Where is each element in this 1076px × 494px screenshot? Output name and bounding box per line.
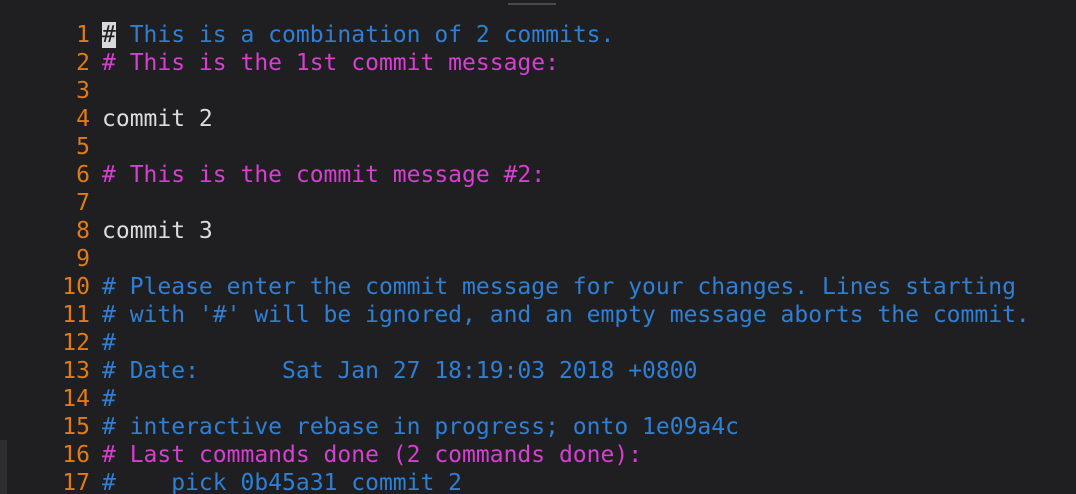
line-text[interactable]: #: [102, 329, 116, 357]
editor-line-13[interactable]: 13 # Date: Sat Jan 27 18:19:03 2018 +080…: [0, 357, 1076, 385]
line-number: 3: [76, 78, 90, 104]
editor-line-14[interactable]: 14 #: [0, 385, 1076, 413]
line-number: 9: [76, 246, 90, 272]
editor-lines[interactable]: 1 # This is a combination of 2 commits. …: [0, 21, 1076, 494]
line-number: 2: [76, 50, 90, 76]
line-text[interactable]: # with '#' will be ignored, and an empty…: [102, 301, 1030, 329]
line-number: 13: [62, 358, 90, 384]
line-text[interactable]: # Date: Sat Jan 27 18:19:03 2018 +0800: [102, 357, 697, 385]
editor-line-16[interactable]: 16 # Last commands done (2 commands done…: [0, 441, 1076, 469]
line-text-rest: This is a combination of 2 commits.: [115, 22, 615, 48]
line-text[interactable]: commit 2: [102, 105, 213, 133]
editor-line-17[interactable]: 17 # pick 0b45a31 commit 2: [0, 469, 1076, 494]
editor-line-15[interactable]: 15 # interactive rebase in progress; ont…: [0, 413, 1076, 441]
line-number: 6: [76, 162, 90, 188]
editor-line-9[interactable]: 9: [0, 245, 1076, 273]
line-text[interactable]: # interactive rebase in progress; onto 1…: [102, 413, 739, 441]
text-editor[interactable]: 1 # This is a combination of 2 commits. …: [0, 0, 1076, 494]
line-text[interactable]: # pick 0b45a31 commit 2: [102, 469, 462, 494]
line-number: 10: [62, 274, 90, 300]
editor-line-12[interactable]: 12 #: [0, 329, 1076, 357]
line-number: 14: [62, 386, 90, 412]
editor-line-1[interactable]: 1 # This is a combination of 2 commits.: [0, 21, 1076, 49]
line-text[interactable]: commit 3: [102, 217, 213, 245]
line-text[interactable]: # Please enter the commit message for yo…: [102, 273, 1016, 301]
editor-line-2[interactable]: 2 # This is the 1st commit message:: [0, 49, 1076, 77]
line-number: 4: [76, 106, 90, 132]
line-number: 16: [62, 442, 90, 468]
text-cursor: #: [102, 22, 116, 48]
editor-line-7[interactable]: 7: [0, 189, 1076, 217]
line-text[interactable]: # This is a combination of 2 commits.: [102, 21, 614, 49]
line-number: 1: [76, 22, 90, 48]
editor-line-11[interactable]: 11 # with '#' will be ignored, and an em…: [0, 301, 1076, 329]
line-number: 8: [76, 218, 90, 244]
editor-line-8[interactable]: 8 commit 3: [0, 217, 1076, 245]
editor-line-4[interactable]: 4 commit 2: [0, 105, 1076, 133]
editor-line-3[interactable]: 3: [0, 77, 1076, 105]
line-number: 5: [76, 134, 90, 160]
line-number: 12: [62, 330, 90, 356]
editor-line-10[interactable]: 10 # Please enter the commit message for…: [0, 273, 1076, 301]
editor-line-6[interactable]: 6 # This is the commit message #2:: [0, 161, 1076, 189]
line-text[interactable]: #: [102, 385, 116, 413]
line-text[interactable]: # This is the 1st commit message:: [102, 49, 559, 77]
line-text[interactable]: # This is the commit message #2:: [102, 161, 545, 189]
line-text[interactable]: # Last commands done (2 commands done):: [102, 441, 642, 469]
line-number: 17: [62, 470, 90, 494]
line-number: 7: [76, 190, 90, 216]
scroll-indicator: [508, 3, 556, 5]
editor-line-5[interactable]: 5: [0, 133, 1076, 161]
line-number: 15: [62, 414, 90, 440]
line-number: 11: [62, 302, 90, 328]
